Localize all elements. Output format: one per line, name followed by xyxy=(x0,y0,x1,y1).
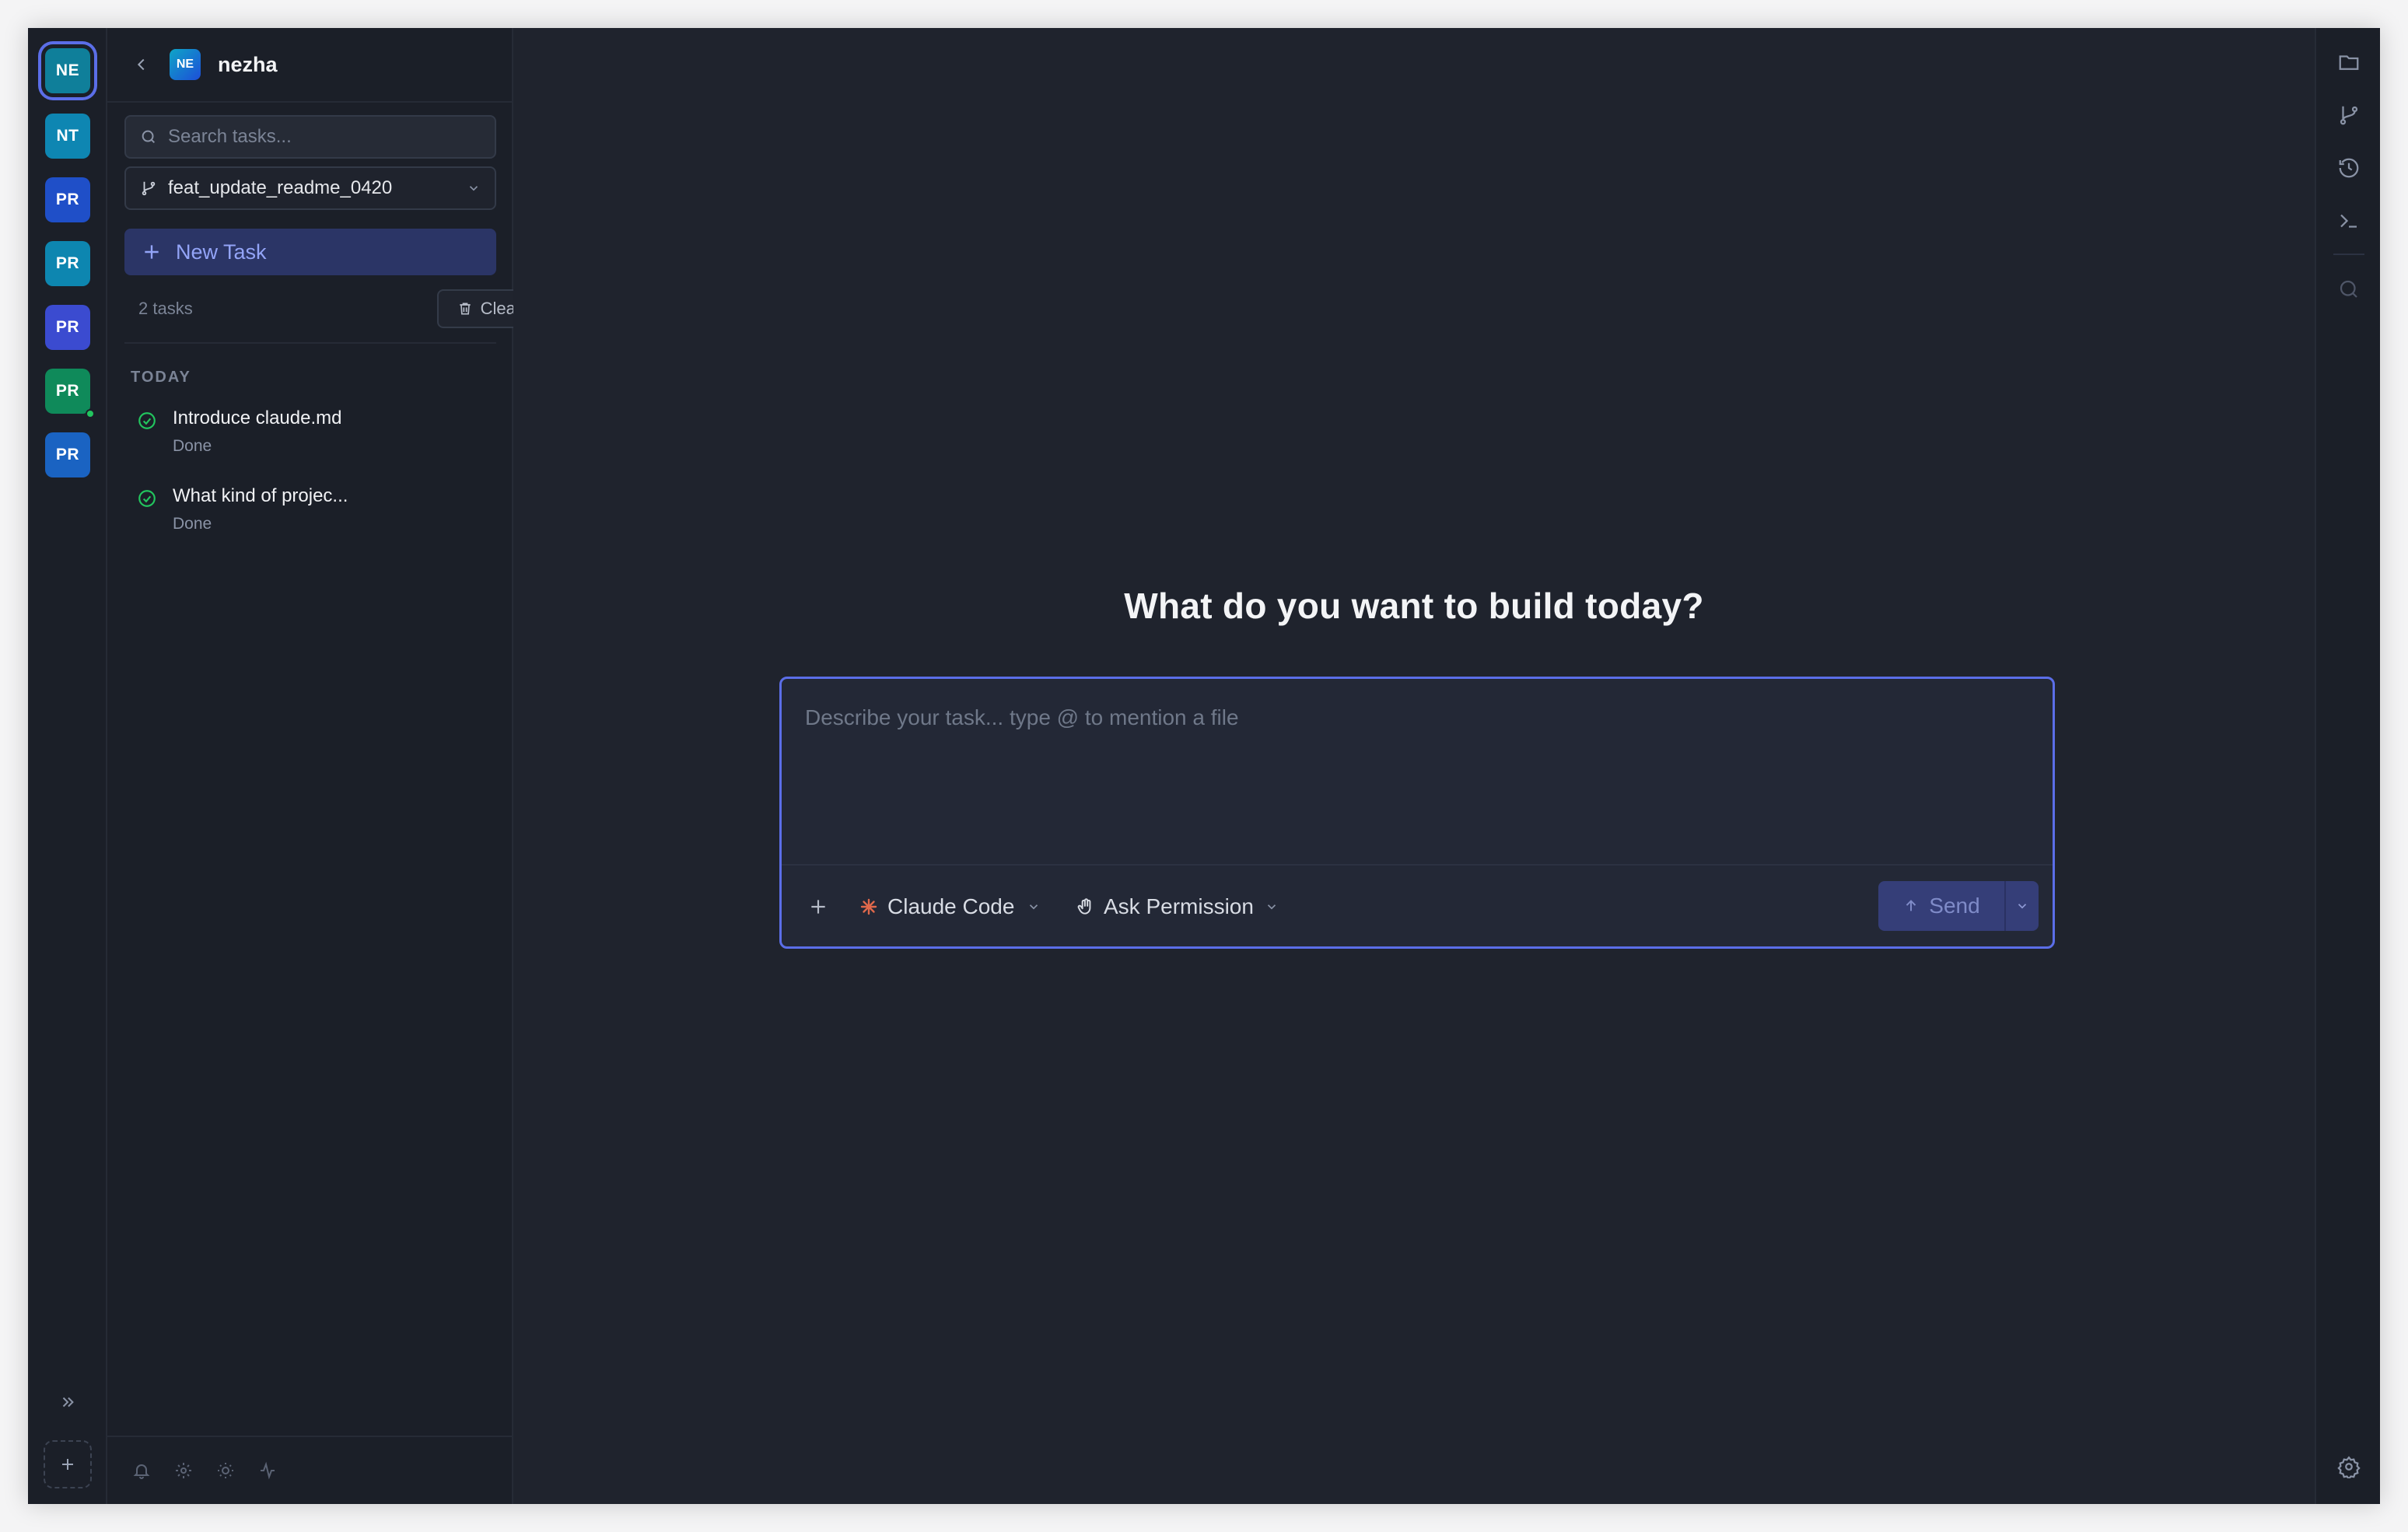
check-circle-icon xyxy=(138,412,156,429)
expand-icon[interactable] xyxy=(56,1390,79,1414)
arrow-up-icon xyxy=(1906,900,1916,911)
settings-icon[interactable] xyxy=(2336,1454,2361,1479)
send-button[interactable]: Send xyxy=(1878,881,2004,931)
page-title: What do you want to build today? xyxy=(1124,586,1704,626)
project-avatar-pr-1[interactable]: PR xyxy=(45,177,90,222)
search-input[interactable] xyxy=(168,126,479,148)
project-avatar-pr-3[interactable]: PR xyxy=(45,305,90,350)
divider xyxy=(2333,254,2364,255)
chevron-down-icon xyxy=(1030,904,1038,910)
history-icon[interactable] xyxy=(2336,156,2361,180)
chevron-down-icon xyxy=(469,186,478,191)
project-name: nezha xyxy=(218,52,278,76)
search-icon[interactable] xyxy=(2336,277,2361,302)
send-options-button[interactable] xyxy=(2004,881,2039,931)
activity-icon[interactable] xyxy=(257,1460,278,1481)
check-circle-icon xyxy=(138,490,156,507)
app-window: NE NT PR PR PR PR PR NE nezha feat_updat… xyxy=(28,28,2380,1504)
section-label-today: TODAY xyxy=(131,369,191,386)
plus-icon xyxy=(145,245,159,259)
composer-toolbar: Claude Code Ask Permission Send xyxy=(782,864,2053,946)
new-task-button[interactable]: New Task xyxy=(124,229,496,275)
task-input[interactable] xyxy=(805,705,2026,845)
sidebar-footer xyxy=(107,1436,512,1504)
task-title: What kind of projec... xyxy=(173,485,348,506)
folder-icon[interactable] xyxy=(2336,50,2361,75)
gear-icon[interactable] xyxy=(173,1460,194,1481)
sidebar-header: NE nezha xyxy=(107,28,512,103)
task-sidebar: NE nezha feat_update_readme_0420 New Tas… xyxy=(107,28,563,1504)
task-status: Done xyxy=(173,515,212,533)
task-title: Introduce claude.md xyxy=(173,407,342,428)
git-branch-icon[interactable] xyxy=(2336,103,2361,128)
send-group: Send xyxy=(1878,881,2039,931)
bell-icon[interactable] xyxy=(131,1460,152,1481)
model-label: Claude Code xyxy=(887,894,1015,918)
permission-selector[interactable]: Ask Permission xyxy=(1076,889,1279,925)
project-avatar: NE xyxy=(170,49,201,80)
project-avatar-pr-4[interactable]: PR xyxy=(45,369,95,418)
add-project-button[interactable] xyxy=(44,1440,92,1488)
project-avatar-pr-5[interactable]: PR xyxy=(45,432,90,477)
project-avatar-ne[interactable]: NE xyxy=(45,48,90,93)
permission-label: Ask Permission xyxy=(1104,894,1254,918)
branch-label: feat_update_readme_0420 xyxy=(168,177,393,198)
search-box xyxy=(124,115,496,159)
attach-button[interactable] xyxy=(807,895,830,918)
plus-icon xyxy=(62,1459,73,1470)
plus-icon xyxy=(811,900,825,914)
task-status: Done xyxy=(173,437,212,455)
task-item[interactable]: Introduce claude.md Done xyxy=(137,407,495,462)
trash-icon xyxy=(459,303,471,315)
task-count: 2 tasks xyxy=(138,299,193,318)
claude-logo-icon xyxy=(860,898,877,915)
divider xyxy=(124,342,496,344)
project-rail: NE NT PR PR PR PR PR xyxy=(28,28,107,1504)
send-label: Send xyxy=(1929,894,1980,918)
chevron-down-icon xyxy=(1267,904,1276,910)
new-task-label: New Task xyxy=(176,240,267,264)
sun-icon[interactable] xyxy=(215,1460,236,1481)
hand-icon xyxy=(1077,898,1091,915)
terminal-icon[interactable] xyxy=(2336,208,2361,233)
task-item[interactable]: What kind of projec... Done xyxy=(137,485,495,540)
git-branch-icon xyxy=(142,181,156,196)
project-avatar-pr-2[interactable]: PR xyxy=(45,241,90,286)
model-selector[interactable]: Claude Code xyxy=(859,889,1041,925)
branch-selector[interactable]: feat_update_readme_0420 xyxy=(124,166,496,210)
back-icon[interactable] xyxy=(131,54,152,75)
status-dot xyxy=(86,409,95,418)
chevron-down-icon xyxy=(2018,904,2027,909)
search-icon xyxy=(142,130,156,144)
project-avatar-nt[interactable]: NT xyxy=(45,114,90,159)
tool-rail xyxy=(2315,28,2380,1504)
task-composer: Claude Code Ask Permission Send xyxy=(779,677,2055,949)
main-panel: What do you want to build today? Claude … xyxy=(513,28,2315,1504)
